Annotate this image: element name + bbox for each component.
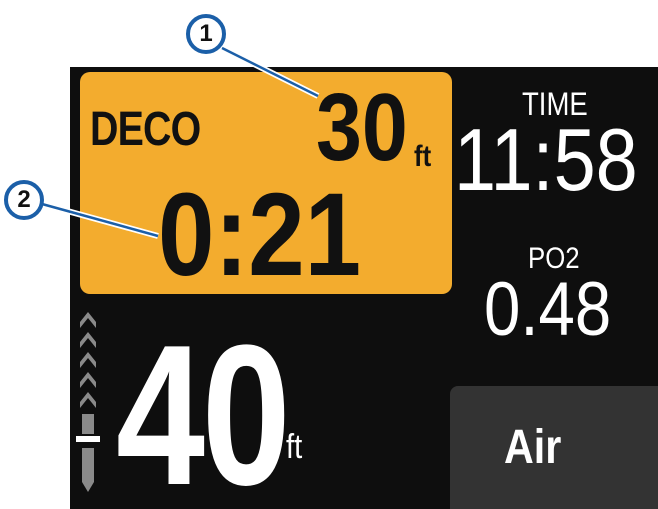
chevron-up-icon <box>80 392 96 408</box>
manual-figure: DECO 30 ft 0:21 TIME 11:58 PO2 0.48 40 f… <box>0 0 658 509</box>
current-depth-value: 40 <box>116 304 291 509</box>
deco-label: DECO <box>90 103 201 156</box>
deco-stop-depth: 30 <box>316 74 408 181</box>
deco-stop-time: 0:21 <box>158 169 362 301</box>
callout-marker-2: 2 <box>4 180 44 220</box>
current-depth-unit: ft <box>286 428 303 466</box>
chevron-up-icon <box>80 352 96 368</box>
ascent-bar-segment <box>82 414 94 434</box>
ascent-rate-indicator <box>76 312 100 492</box>
po2-value: 0.48 <box>484 267 612 352</box>
chevron-up-icon <box>80 332 96 348</box>
time-value: 11:58 <box>454 110 638 209</box>
chevron-up-icon <box>80 312 96 328</box>
callout-marker-1: 1 <box>186 14 226 54</box>
ascent-chevrons <box>80 312 96 408</box>
gas-label: Air <box>504 421 562 474</box>
deco-stop-depth-unit: ft <box>414 140 432 173</box>
ascent-rate-marker <box>76 436 100 442</box>
ascent-bar-bottom <box>82 448 94 492</box>
chevron-up-icon <box>80 372 96 388</box>
